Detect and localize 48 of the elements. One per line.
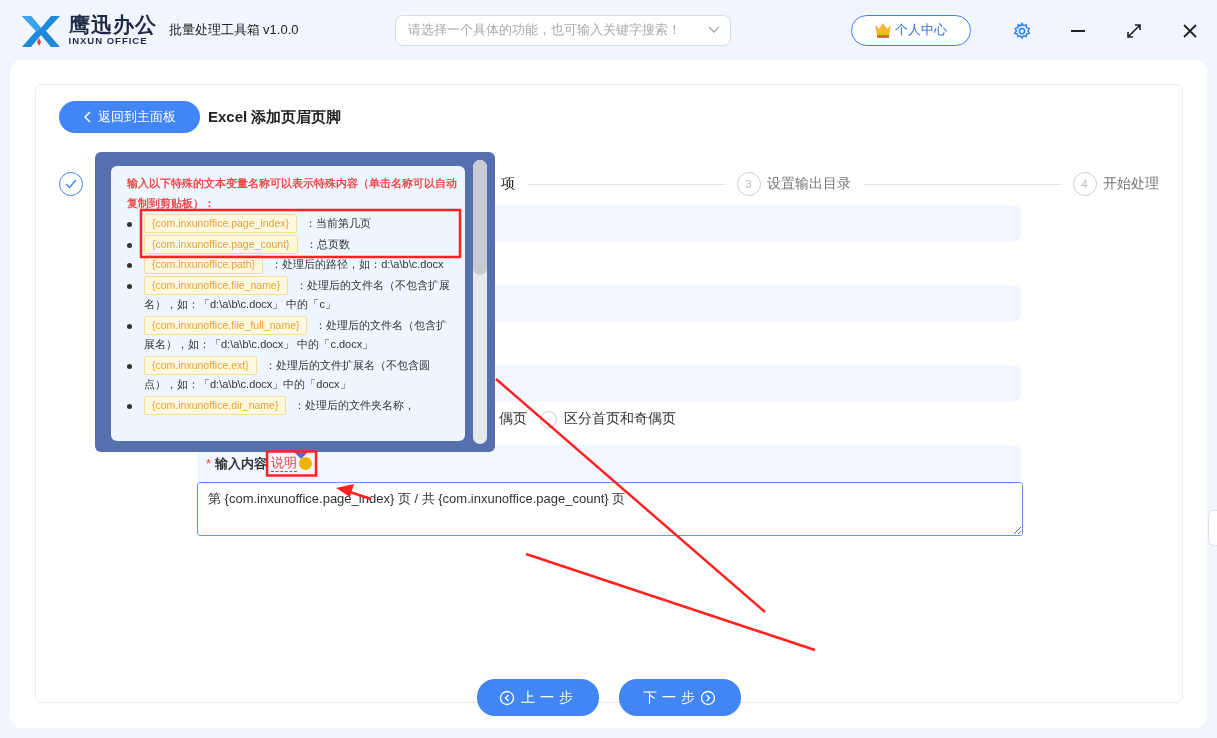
variable-tag[interactable]: {com.inxunoffice.ext} bbox=[144, 355, 257, 375]
user-center-button[interactable]: 个人中心 bbox=[850, 14, 971, 46]
variable-item: {com.inxunoffice.page_count} ：总页数 bbox=[144, 233, 457, 254]
scrollbar-thumb[interactable] bbox=[473, 160, 487, 275]
required-mark: * bbox=[206, 454, 212, 473]
variable-tag[interactable]: {com.inxunoffice.dir_name} bbox=[144, 395, 287, 415]
step-label: 设置输出目录 bbox=[767, 174, 851, 193]
variable-tag[interactable]: {com.inxunoffice.page_index} bbox=[144, 214, 297, 233]
page-title: Excel 添加页眉页脚 bbox=[208, 106, 342, 127]
help-link[interactable]: 说明 bbox=[271, 455, 298, 472]
bullet-icon bbox=[127, 403, 132, 409]
variable-tag[interactable]: {com.inxunoffice.page_count} bbox=[144, 234, 298, 254]
brand-subtitle: INXUN OFFICE bbox=[68, 34, 148, 47]
step-label: 项 bbox=[501, 174, 515, 193]
back-button[interactable]: 返回到主面板 bbox=[59, 101, 200, 133]
field-label: 输入内容 bbox=[215, 454, 268, 473]
bullet-icon bbox=[127, 283, 132, 289]
radio-label: 偶页 bbox=[499, 409, 527, 428]
app-title: 批量处理工具箱 v1.0.0 bbox=[168, 21, 299, 40]
annotation-box bbox=[265, 450, 318, 477]
bullet-icon bbox=[127, 323, 132, 329]
chevron-left-icon bbox=[83, 111, 92, 123]
step-label: 开始处理 bbox=[1103, 174, 1159, 193]
question-icon bbox=[299, 457, 313, 470]
brand-name: 鹰迅办公 bbox=[68, 13, 157, 35]
radio-option[interactable]: 区分首页和奇偶页 bbox=[540, 408, 676, 430]
variable-item: {com.inxunoffice.path} ：处理后的路径，如：d:\a\b\c.docx bbox=[144, 254, 457, 275]
previous-button[interactable]: 上一步 bbox=[477, 679, 600, 716]
next-button[interactable]: 下一步 bbox=[618, 679, 741, 716]
crown-icon bbox=[873, 22, 892, 38]
popover-intro: 输入以下特殊的文本变量名称可以表示特殊内容（单击名称可以自动复制到剪贴板）： bbox=[127, 176, 457, 211]
side-handle[interactable] bbox=[1208, 510, 1217, 546]
bullet-icon bbox=[127, 222, 132, 227]
variable-item: {com.inxunoffice.ext} ：处理后的文件扩展名（不包含圆点），如：「d:\a\b\c.docx」中的「docx」 bbox=[144, 354, 457, 395]
arrow-left-circle-icon bbox=[498, 689, 515, 706]
bullet-icon bbox=[127, 242, 132, 248]
bullet-icon bbox=[127, 263, 132, 268]
arrow-right-circle-icon bbox=[700, 689, 717, 706]
variable-item: {com.inxunoffice.dir_name} ：处理后的文件夹名称， bbox=[144, 394, 457, 415]
scrollbar-track[interactable] bbox=[473, 160, 487, 444]
variable-tag[interactable]: {com.inxunoffice.file_full_name} bbox=[144, 315, 308, 335]
variable-item: {com.inxunoffice.file_name} ：处理后的文件名（不包含扩展名），如：「d:\a\b\c.docx」 中的「c」 bbox=[144, 274, 457, 315]
variable-tag[interactable]: {com.inxunoffice.file_name} bbox=[144, 275, 289, 295]
variable-item: {com.inxunoffice.file_full_name} ：处理后的文件名（包含扩展名），如：「d:\a\b\c.docx」 中的「c.docx」 bbox=[144, 314, 457, 355]
bullet-icon bbox=[127, 363, 132, 369]
content-input[interactable]: 第 {com.inxunoffice.page_index} 页 / 共 {com.inxunoffice.page_count} 页 bbox=[197, 482, 1023, 536]
variable-item: {com.inxunoffice.page_index} ：当前第几页 bbox=[144, 213, 457, 234]
chevron-down-icon bbox=[707, 26, 720, 34]
